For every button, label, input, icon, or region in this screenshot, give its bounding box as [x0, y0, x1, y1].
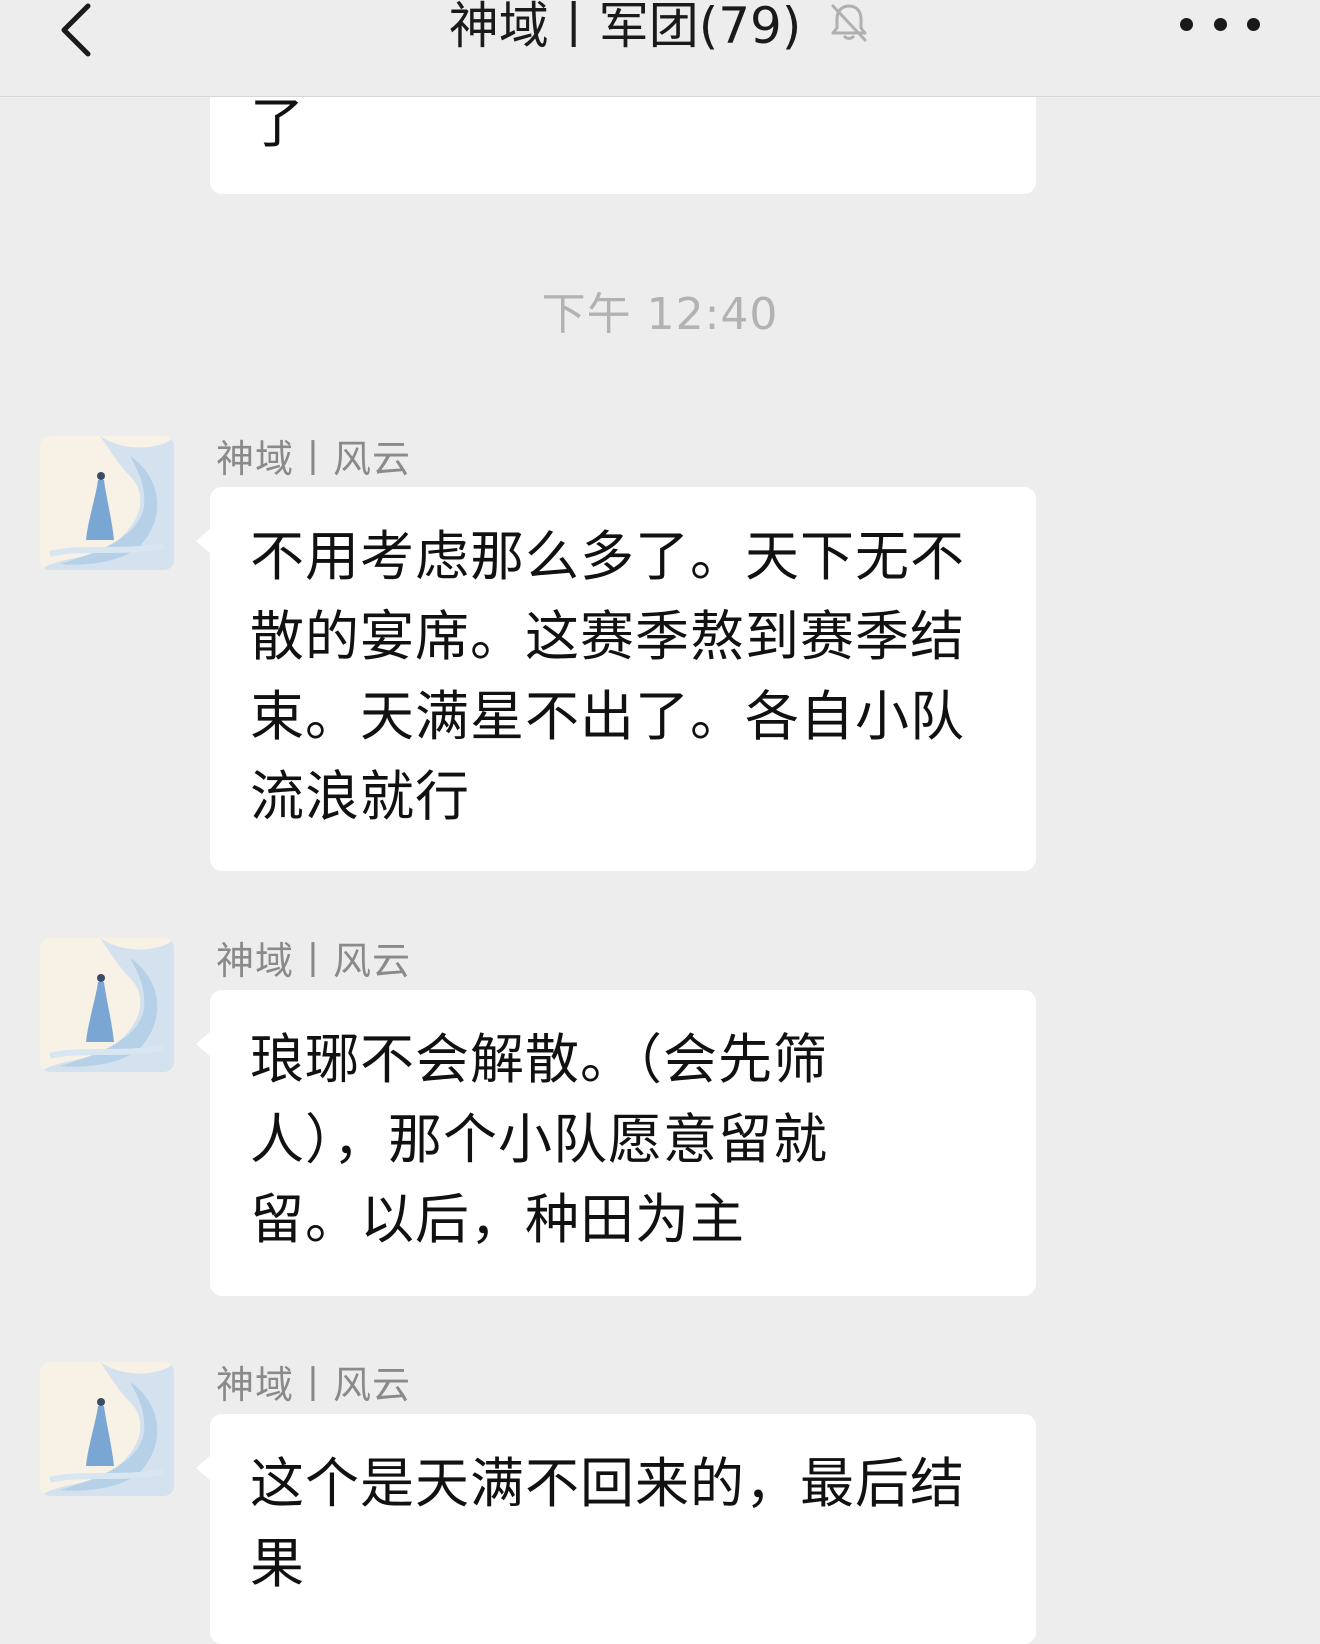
timestamp: 下午 12:40 — [541, 289, 779, 340]
bubble-tail — [196, 527, 212, 555]
sender-name: 神域丨风云 — [216, 437, 412, 481]
avatar-image — [40, 436, 174, 570]
message-bubble[interactable]: 不用考虑那么多了。天下无不散的宴席。这赛季熬到赛季结束。天满星不出了。各自小队流… — [196, 487, 1036, 871]
avatar[interactable] — [40, 1362, 174, 1496]
bubble-tail — [196, 1030, 212, 1058]
message-text: 琅琊不会解散。（会先筛人），那个小队愿意留就留。以后，种田为主 — [250, 1028, 828, 1251]
more-button[interactable] — [1180, 4, 1260, 44]
bell-off-icon — [827, 0, 871, 59]
message-text: 不用考虑那么多了。天下无不散的宴席。这赛季熬到赛季结束。天满星不出了。各自小队流… — [250, 525, 965, 828]
sender-name: 神域丨风云 — [216, 1363, 412, 1407]
message-bubble[interactable]: 这个是天满不回来的，最后结果 — [196, 1414, 1036, 1644]
avatar[interactable] — [40, 938, 174, 1072]
ellipsis-icon-dot — [1247, 17, 1260, 31]
bubble-tail — [196, 1454, 212, 1482]
chat-header: 神域丨军团(79) — [0, 0, 1320, 97]
sender-name: 神域丨风云 — [216, 939, 412, 983]
ellipsis-icon-dot — [1213, 17, 1227, 31]
avatar-image — [40, 938, 174, 1072]
ellipsis-icon-dot — [1180, 17, 1193, 31]
message-bubble[interactable]: 琅琊不会解散。（会先筛人），那个小队愿意留就留。以后，种田为主 — [196, 990, 1036, 1296]
message-bubble-partial[interactable]: 了 — [210, 80, 1036, 194]
chat-title-area: 神域丨军团(79) — [0, 0, 1320, 59]
chat-title: 神域丨军团(79) — [448, 0, 802, 55]
avatar[interactable] — [40, 436, 174, 570]
avatar-image — [40, 1362, 174, 1496]
message-text: 这个是天满不回来的，最后结果 — [250, 1452, 965, 1595]
